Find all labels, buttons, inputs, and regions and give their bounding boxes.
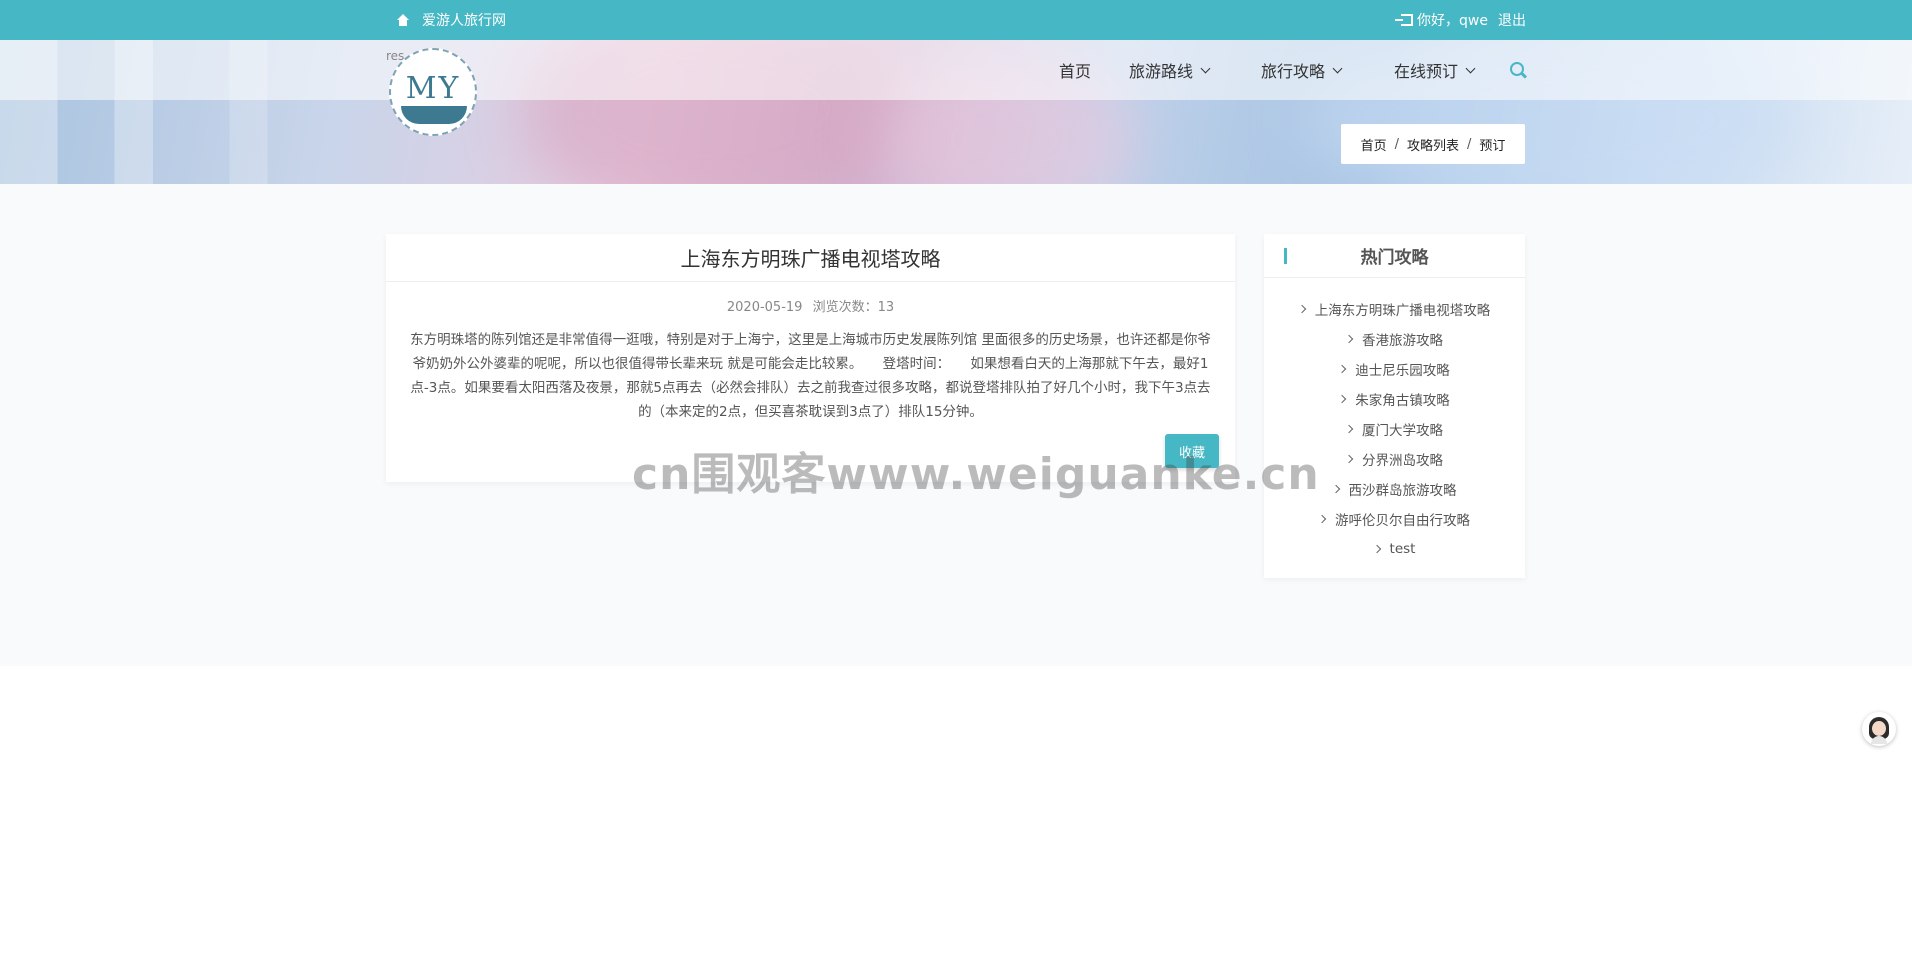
breadcrumb-guide-list[interactable]: 攻略列表 <box>1407 135 1459 154</box>
list-item[interactable]: 迪士尼乐园攻略 <box>1264 354 1525 384</box>
nav-guides-label: 旅行攻略 <box>1261 62 1326 81</box>
chevron-right-icon <box>1338 394 1347 404</box>
article-body: 东方明珠塔的陈列馆还是非常值得一逛哦，特别是对于上海宁，这里是上海城市历史发展陈… <box>410 332 1211 420</box>
chevron-right-icon <box>1331 484 1340 494</box>
chevron-right-icon <box>1344 454 1354 464</box>
guide-link[interactable]: 厦门大学攻略 <box>1362 419 1443 439</box>
logo-wave <box>401 106 467 124</box>
chevron-right-icon <box>1372 544 1381 554</box>
nav-booking-label: 在线预订 <box>1394 62 1459 81</box>
chevron-down-icon <box>1465 63 1476 73</box>
article-views: 浏览次数：13 <box>812 300 895 315</box>
nav-strip <box>0 40 1912 100</box>
popular-guides-title: 热门攻略 <box>1264 234 1525 278</box>
list-item[interactable]: 香港旅游攻略 <box>1264 324 1525 354</box>
sign-in-icon <box>1395 14 1414 26</box>
guide-link[interactable]: 香港旅游攻略 <box>1362 329 1443 349</box>
article-meta: 2020-05-19 浏览次数：13 <box>386 296 1235 315</box>
list-item[interactable]: 游呼伦贝尔自由行攻略 <box>1264 504 1525 534</box>
greeting-text: 你好，qwe <box>1417 13 1488 29</box>
home-icon <box>396 14 410 26</box>
guide-link[interactable]: 游呼伦贝尔自由行攻略 <box>1335 509 1470 529</box>
guide-link[interactable]: 西沙群岛旅游攻略 <box>1349 479 1457 499</box>
popular-guides-panel: 热门攻略 上海东方明珠广播电视塔攻略 香港旅游攻略 迪士尼乐园攻略 朱家角古镇攻… <box>1264 234 1525 578</box>
guide-link[interactable]: 分界洲岛攻略 <box>1362 449 1443 469</box>
breadcrumb-home[interactable]: 首页 <box>1361 135 1387 154</box>
top-bar: 爱游人旅行网 你好，qwe 退出 <box>0 0 1912 40</box>
chevron-right-icon <box>1338 364 1347 374</box>
list-item[interactable]: 朱家角古镇攻略 <box>1264 384 1525 414</box>
nav-guides[interactable]: 旅行攻略 <box>1261 40 1343 100</box>
user-area: 你好，qwe 退出 <box>1395 0 1526 40</box>
logo: MY <box>389 48 477 136</box>
header-banner: res MY 首页 旅游路线 旅行攻略 在线预订 <box>0 40 1912 184</box>
breadcrumb-current: 预订 <box>1479 138 1506 154</box>
nav-home-label: 首页 <box>1059 62 1092 81</box>
article-title: 上海东方明珠广播电视塔攻略 <box>386 234 1235 282</box>
list-item[interactable]: 上海东方明珠广播电视塔攻略 <box>1264 294 1525 324</box>
chevron-down-icon <box>1332 63 1343 73</box>
search-icon[interactable] <box>1510 62 1524 76</box>
nav-routes[interactable]: 旅游路线 <box>1129 40 1211 100</box>
chat-avatar-button[interactable] <box>1862 712 1896 746</box>
logout-link[interactable]: 退出 <box>1498 10 1526 30</box>
chevron-right-icon <box>1344 334 1354 344</box>
guide-link[interactable]: 朱家角古镇攻略 <box>1355 389 1450 409</box>
logo-text: MY <box>405 70 461 106</box>
guide-link[interactable]: 上海东方明珠广播电视塔攻略 <box>1315 299 1491 319</box>
user-greeting: 你好，qwe <box>1395 10 1488 30</box>
chevron-right-icon <box>1344 424 1354 434</box>
watermark: cn围观客www.weiguanke.cn <box>632 449 1320 500</box>
guide-link[interactable]: test <box>1390 541 1416 557</box>
nav-booking[interactable]: 在线预订 <box>1394 40 1476 100</box>
site-home-link[interactable]: 爱游人旅行网 <box>396 0 506 40</box>
breadcrumb: 首页 / 攻略列表 / 预订 <box>1341 124 1525 164</box>
site-name[interactable]: 爱游人旅行网 <box>422 10 506 30</box>
avatar-face <box>1872 721 1886 736</box>
article-date: 2020-05-19 <box>726 300 803 315</box>
chevron-right-icon <box>1317 514 1327 524</box>
guide-link[interactable]: 迪士尼乐园攻略 <box>1355 359 1450 379</box>
logo-link[interactable]: res MY <box>386 45 478 137</box>
list-item[interactable]: test <box>1264 534 1525 564</box>
popular-guides-list: 上海东方明珠广播电视塔攻略 香港旅游攻略 迪士尼乐园攻略 朱家角古镇攻略 厦门大… <box>1264 294 1525 564</box>
nav-routes-label: 旅游路线 <box>1129 62 1194 81</box>
chevron-right-icon <box>1297 304 1306 314</box>
chevron-down-icon <box>1200 63 1211 73</box>
nav-home[interactable]: 首页 <box>1059 40 1091 100</box>
breadcrumb-separator: / <box>1394 136 1399 152</box>
breadcrumb-separator: / <box>1467 136 1472 152</box>
